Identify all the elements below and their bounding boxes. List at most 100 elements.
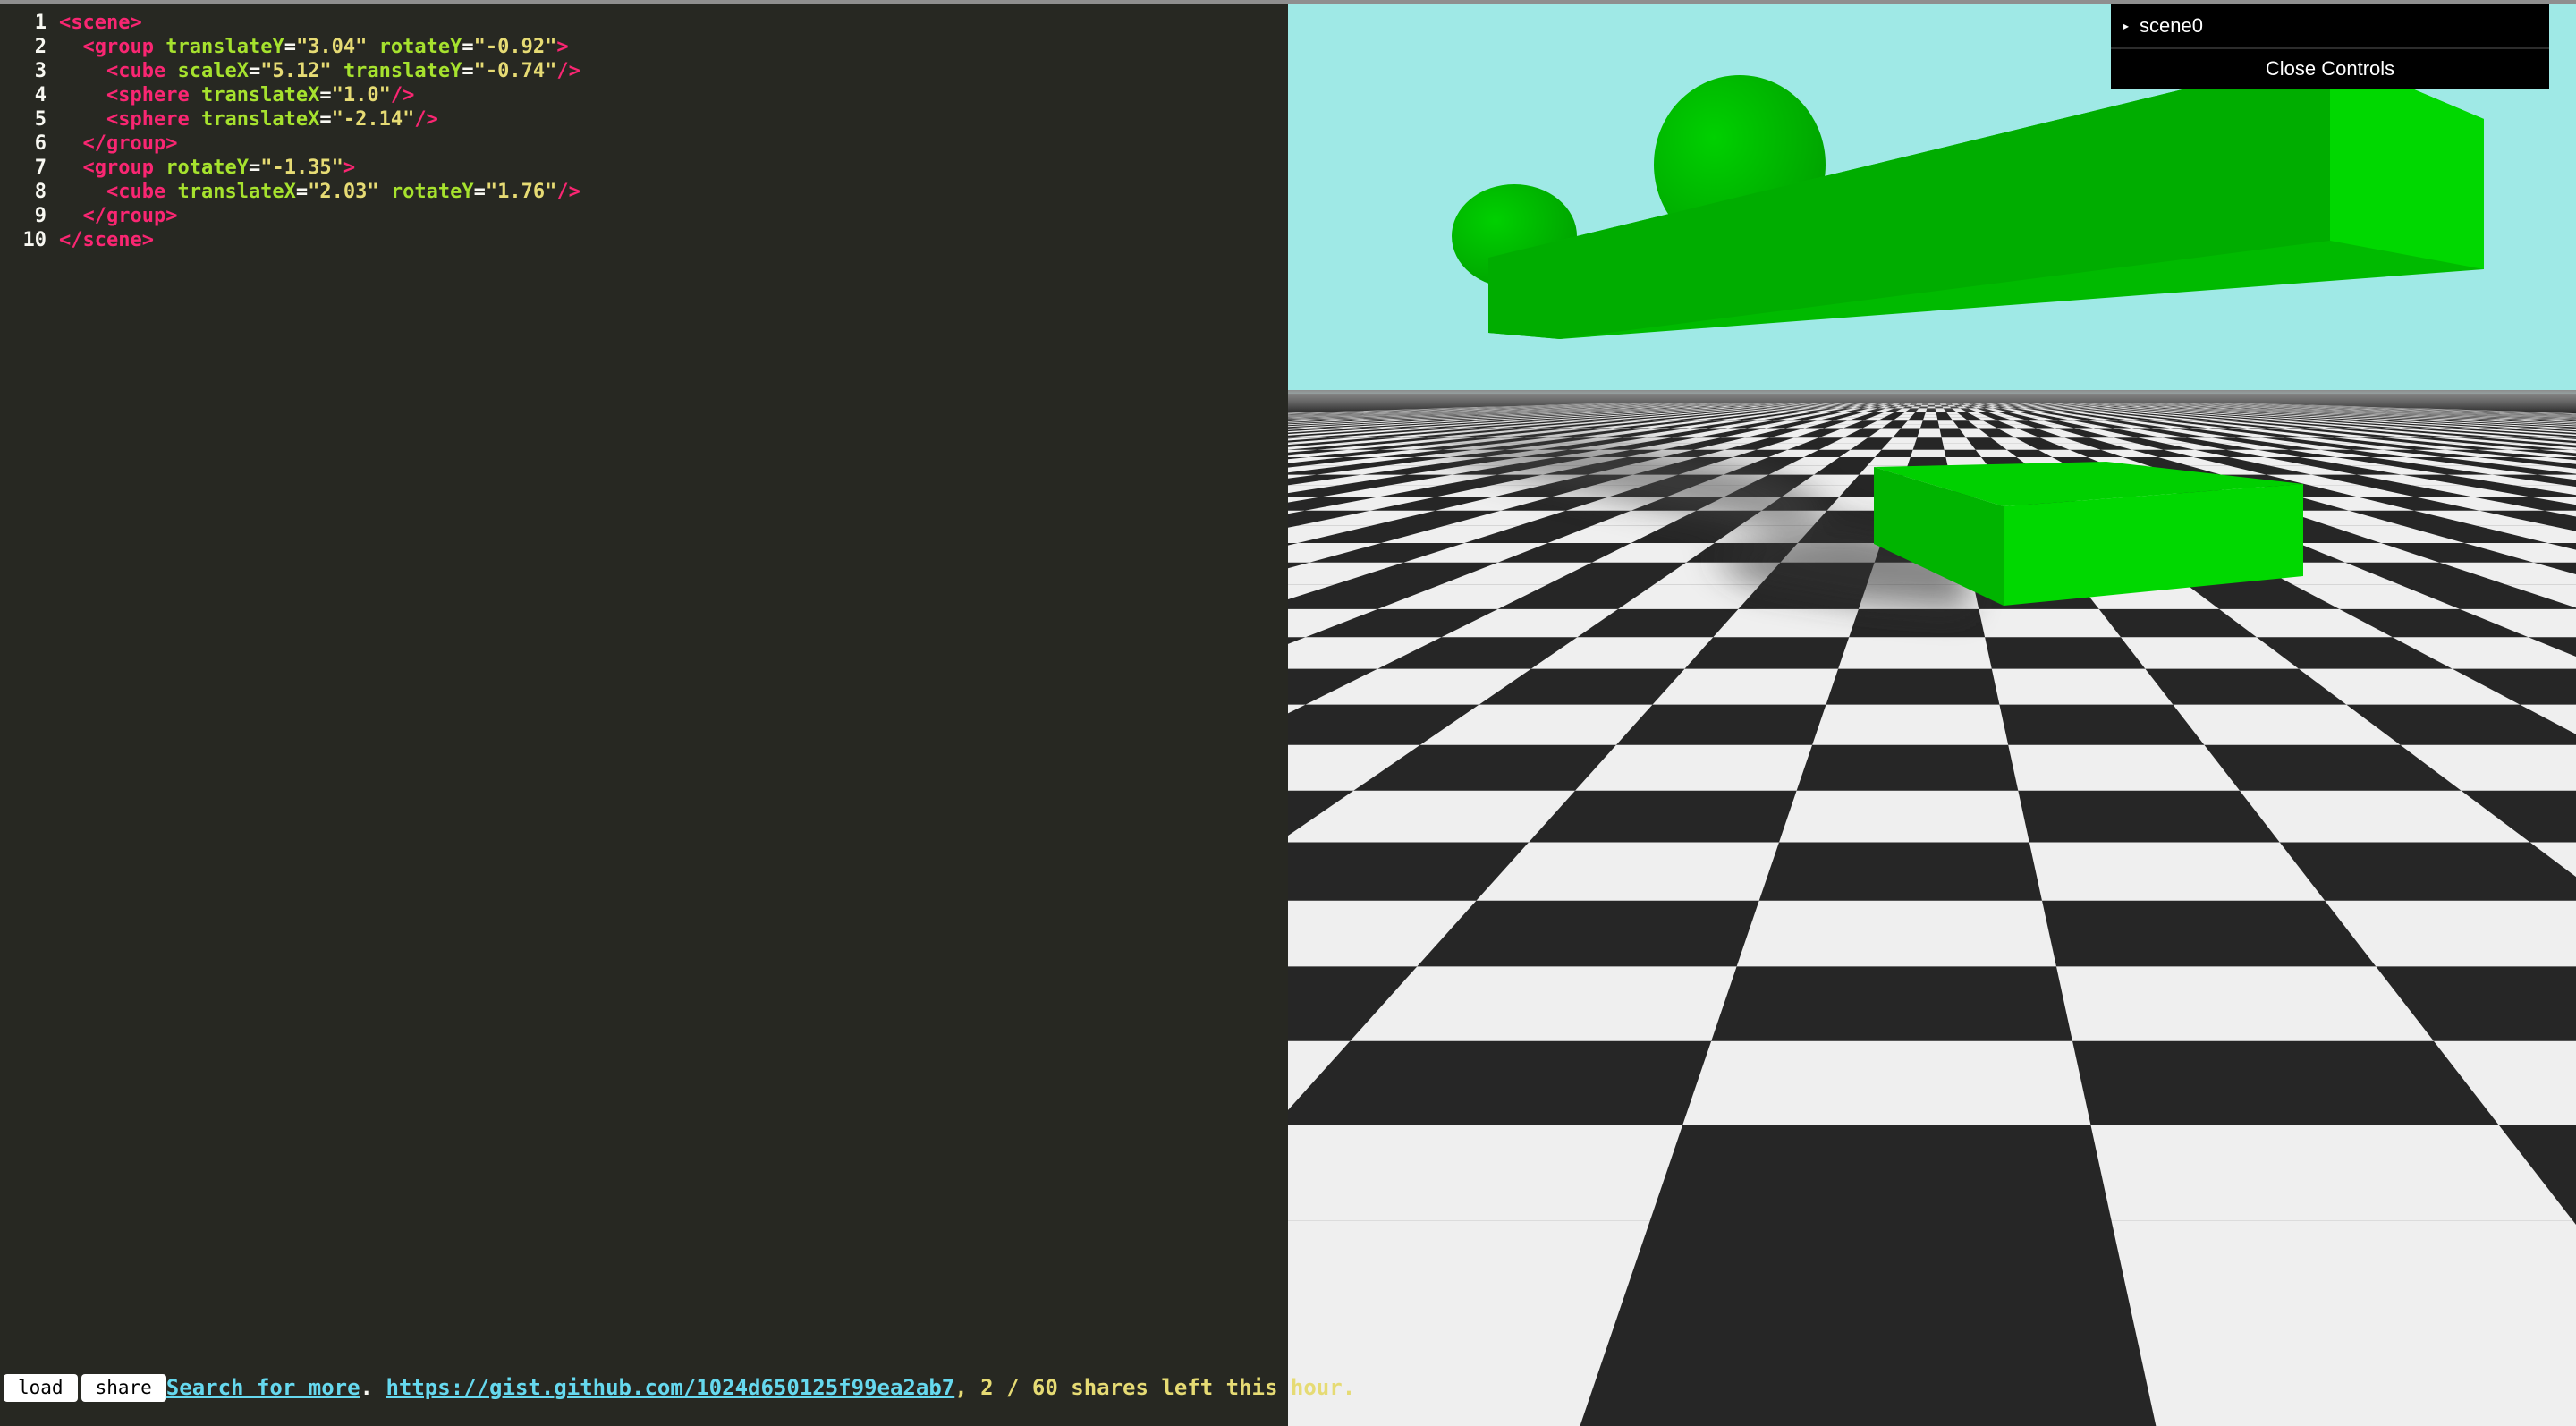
code-token: <sphere bbox=[106, 108, 190, 131]
code-line[interactable]: 8 <cube translateX="2.03" rotateY="1.76"… bbox=[0, 180, 580, 204]
code-token: "3.04" bbox=[295, 36, 368, 58]
scene-canvas[interactable] bbox=[1288, 4, 2576, 1426]
code-token: rotateY bbox=[165, 157, 249, 179]
code-token: /> bbox=[414, 108, 438, 131]
code-token: translateX bbox=[200, 108, 320, 131]
line-number: 2 bbox=[34, 36, 47, 58]
code-line[interactable]: 3 <cube scaleX="5.12" translateY="-0.74"… bbox=[0, 59, 580, 83]
search-link[interactable]: Search for more bbox=[166, 1375, 360, 1400]
code-text: <cube translateX="2.03" rotateY="1.76"/> bbox=[47, 180, 580, 204]
scene-viewport[interactable] bbox=[1288, 4, 2576, 1426]
close-controls-button[interactable]: Close Controls bbox=[2111, 49, 2549, 89]
line-number: 10 bbox=[22, 229, 47, 251]
line-number: 8 bbox=[34, 181, 47, 203]
code-token: scaleX bbox=[177, 60, 249, 82]
folder-scene0[interactable]: ▸ scene0 bbox=[2111, 4, 2549, 49]
code-token: "2.03" bbox=[308, 181, 379, 203]
code-token: <group bbox=[82, 157, 154, 179]
code-token: <group bbox=[82, 36, 154, 58]
code-token: > bbox=[343, 157, 356, 179]
code-token: = bbox=[462, 60, 474, 82]
code-token: = bbox=[248, 60, 261, 82]
code-token: = bbox=[319, 108, 332, 131]
code-token: <scene> bbox=[59, 12, 142, 34]
code-token: translateX bbox=[177, 181, 296, 203]
line-number: 1 bbox=[34, 12, 47, 34]
code-line[interactable]: 10 </scene> bbox=[0, 228, 154, 252]
code-line[interactable]: 7 <group rotateY="-1.35"> bbox=[0, 156, 355, 180]
code-token: "-0.74" bbox=[473, 60, 557, 82]
line-number: 9 bbox=[34, 205, 47, 227]
code-text: <group translateY="3.04" rotateY="-0.92"… bbox=[47, 35, 569, 59]
code-token: rotateY bbox=[390, 181, 474, 203]
code-text: </group> bbox=[47, 204, 178, 228]
code-token: <sphere bbox=[106, 84, 190, 106]
line-number: 6 bbox=[34, 132, 47, 155]
bottom-bar: load share Search for more. https://gist… bbox=[0, 1373, 1355, 1402]
code-token: = bbox=[284, 36, 296, 58]
code-token: /> bbox=[390, 84, 415, 106]
code-token: = bbox=[462, 36, 474, 58]
code-text: </scene> bbox=[47, 228, 154, 252]
code-token: </group> bbox=[82, 205, 178, 227]
code-token: </group> bbox=[82, 132, 178, 155]
code-text: <cube scaleX="5.12" translateY="-0.74"/> bbox=[47, 59, 580, 83]
shares-left-text: , 2 / 60 shares left this hour. bbox=[954, 1375, 1356, 1400]
code-token: /> bbox=[556, 181, 580, 203]
code-token: </scene> bbox=[59, 229, 154, 251]
gist-link[interactable]: https://gist.github.com/1024d650125f99ea… bbox=[386, 1375, 954, 1400]
code-line[interactable]: 1 <scene> bbox=[0, 11, 142, 35]
code-text: <sphere translateX="1.0"/> bbox=[47, 83, 414, 107]
code-token: = bbox=[248, 157, 261, 179]
code-line[interactable]: 9 </group> bbox=[0, 204, 178, 228]
code-line[interactable]: 4 <sphere translateX="1.0"/> bbox=[0, 83, 415, 107]
code-token: "5.12" bbox=[260, 60, 332, 82]
code-token: "-2.14" bbox=[331, 108, 415, 131]
load-button[interactable]: load bbox=[4, 1373, 78, 1402]
code-token: "1.0" bbox=[331, 84, 391, 106]
code-token: translateY bbox=[165, 36, 284, 58]
code-text: <group rotateY="-1.35"> bbox=[47, 156, 356, 180]
code-token: "-1.35" bbox=[260, 157, 343, 179]
code-token: = bbox=[295, 181, 309, 203]
controls-panel: ▸ scene0 Close Controls bbox=[2111, 4, 2549, 89]
code-token: /> bbox=[556, 60, 580, 82]
code-text: </group> bbox=[47, 132, 178, 156]
code-token: "1.76" bbox=[485, 181, 557, 203]
code-text: <scene> bbox=[47, 11, 142, 35]
code-line[interactable]: 6 </group> bbox=[0, 132, 178, 156]
code-token: "-0.92" bbox=[473, 36, 557, 58]
code-token: rotateY bbox=[378, 36, 462, 58]
code-token: translateX bbox=[200, 84, 320, 106]
code-editor[interactable]: 1 <scene> 2 <group translateY="3.04" rotat… bbox=[0, 4, 1288, 1426]
period-text: . bbox=[360, 1375, 386, 1400]
code-line[interactable]: 2 <group translateY="3.04" rotateY="-0.9… bbox=[0, 35, 569, 59]
line-number: 7 bbox=[34, 157, 47, 179]
line-number: 3 bbox=[34, 60, 47, 82]
code-token: = bbox=[473, 181, 486, 203]
code-token: > bbox=[556, 36, 569, 58]
triangle-right-icon: ▸ bbox=[2123, 19, 2130, 32]
share-button[interactable]: share bbox=[80, 1373, 166, 1402]
line-number: 5 bbox=[34, 108, 47, 131]
code-token: <cube bbox=[106, 181, 166, 203]
code-text: <sphere translateX="-2.14"/> bbox=[47, 107, 438, 132]
code-token: <cube bbox=[106, 60, 166, 82]
code-line[interactable]: 5 <sphere translateX="-2.14"/> bbox=[0, 107, 438, 132]
folder-label: scene0 bbox=[2140, 13, 2203, 37]
